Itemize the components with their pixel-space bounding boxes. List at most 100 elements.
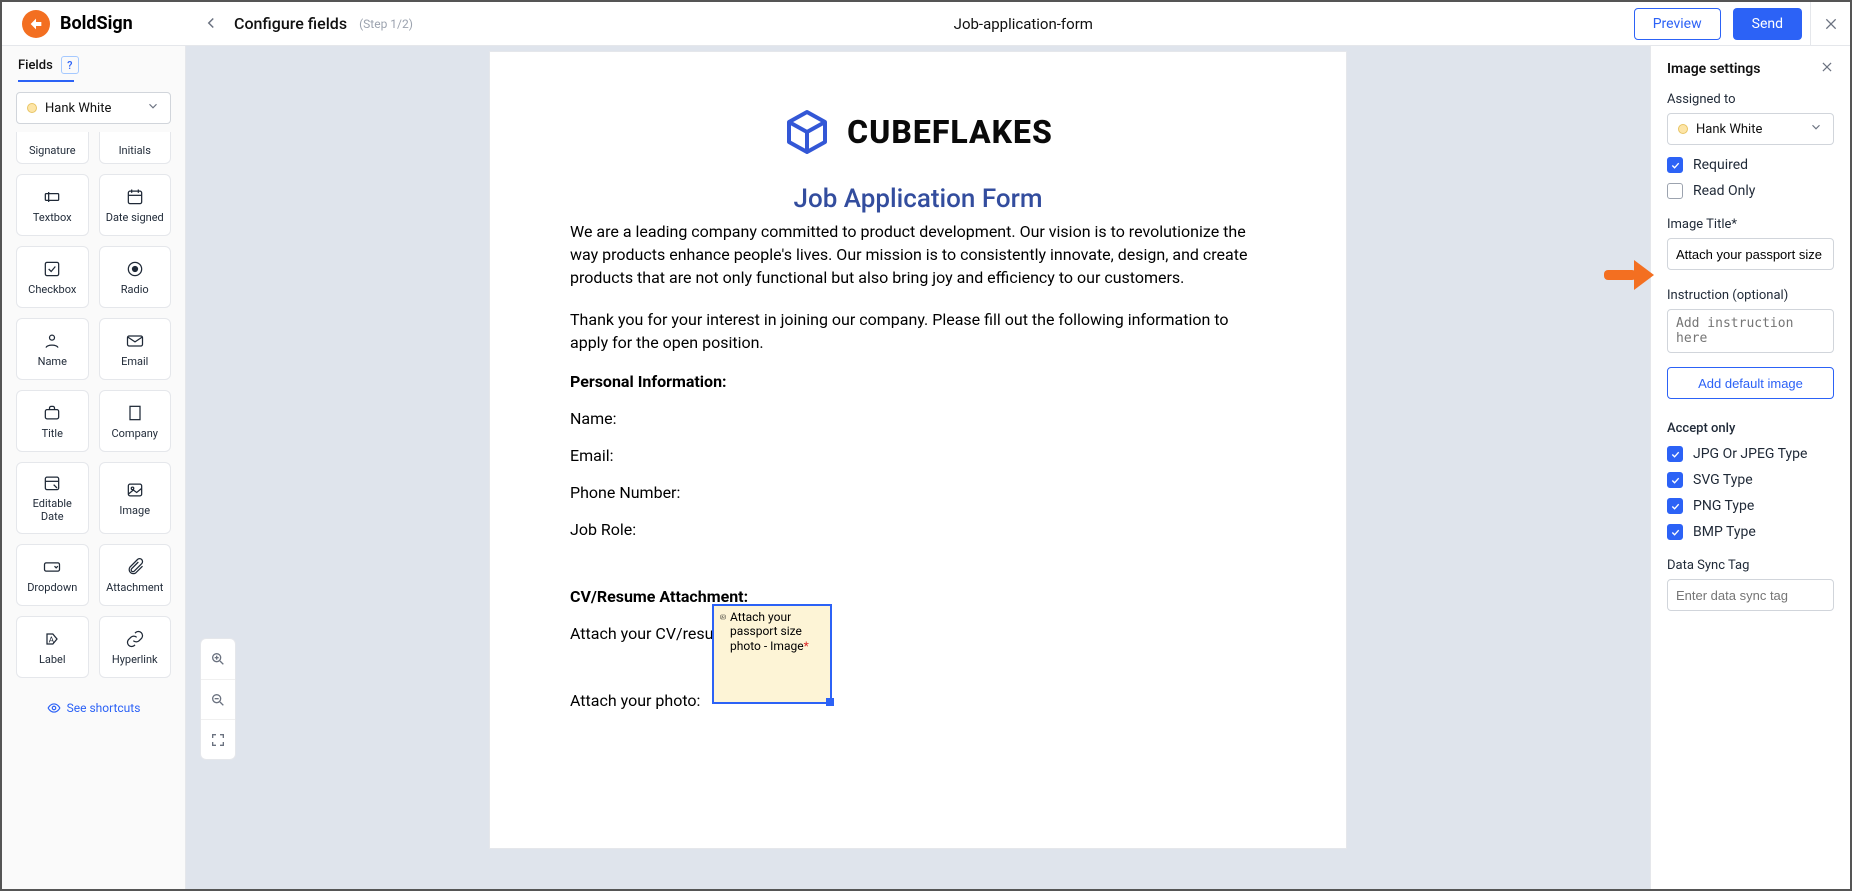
field-tile-hyperlink[interactable]: Hyperlink xyxy=(99,616,172,678)
field-tile-name[interactable]: Name xyxy=(16,318,89,380)
send-button[interactable]: Send xyxy=(1733,8,1802,40)
accept-jpg-label: JPG Or JPEG Type xyxy=(1693,446,1807,462)
image-icon xyxy=(125,480,145,500)
building-icon xyxy=(125,403,145,423)
data-sync-tag-input[interactable] xyxy=(1667,579,1834,611)
brand: BoldSign xyxy=(2,10,186,38)
field-tile-label: Attachment xyxy=(106,581,163,594)
field-tile-label: Initials xyxy=(119,144,151,157)
placeholder-text: Attach your passport size photo - Image xyxy=(730,610,804,653)
preview-button[interactable]: Preview xyxy=(1634,8,1721,40)
field-tile-title[interactable]: Title xyxy=(16,390,89,452)
field-tile-editable-date[interactable]: Editable Date xyxy=(16,462,89,534)
placeholder-required-star: * xyxy=(804,639,809,653)
doc-title: Job Application Form xyxy=(570,184,1266,214)
person-icon xyxy=(42,331,62,351)
top-bar: BoldSign Configure fields (Step 1/2) Job… xyxy=(2,2,1850,46)
instruction-textarea[interactable] xyxy=(1667,309,1834,353)
zoom-in-button[interactable] xyxy=(201,639,235,679)
help-icon[interactable]: ? xyxy=(61,56,79,74)
field-tile-label: Company xyxy=(111,427,158,440)
canvas-area[interactable]: CUBEFLAKES Job Application Form We are a… xyxy=(186,46,1650,889)
resize-handle[interactable] xyxy=(826,698,834,706)
field-tile-label: Editable Date xyxy=(21,497,84,523)
image-icon xyxy=(720,610,726,624)
doc-section-personal: Personal Information: xyxy=(570,372,1266,391)
field-tile-attachment[interactable]: Attachment xyxy=(99,544,172,606)
clip-icon xyxy=(125,557,145,577)
settings-title: Image settings xyxy=(1667,61,1760,77)
field-tile-initials[interactable]: Initials xyxy=(99,132,172,164)
accept-bmp-checkbox[interactable] xyxy=(1667,524,1683,540)
header-title-area: Configure fields (Step 1/2) xyxy=(186,14,413,34)
field-tile-label: Date signed xyxy=(106,211,164,224)
radio-icon xyxy=(125,259,145,279)
fields-tab-label: Fields xyxy=(18,58,53,73)
field-palette: Signature Initials Textbox Date signed C… xyxy=(2,132,185,889)
data-sync-tag-label: Data Sync Tag xyxy=(1667,558,1834,573)
field-tile-label[interactable]: A Label xyxy=(16,616,89,678)
assigned-signer-name: Hank White xyxy=(1696,122,1801,137)
field-tile-signature[interactable]: Signature xyxy=(16,132,89,164)
document-page[interactable]: CUBEFLAKES Job Application Form We are a… xyxy=(490,52,1346,848)
mail-icon xyxy=(125,331,145,351)
signer-dropdown[interactable]: Hank White xyxy=(16,92,171,124)
back-button[interactable] xyxy=(202,14,222,34)
zoom-toolbar xyxy=(200,638,236,760)
field-tile-dropdown[interactable]: Dropdown xyxy=(16,544,89,606)
field-tile-image[interactable]: Image xyxy=(99,462,172,534)
chevron-down-icon xyxy=(1809,120,1823,138)
textbox-icon xyxy=(42,187,62,207)
signer-name: Hank White xyxy=(45,101,138,116)
field-tile-checkbox[interactable]: Checkbox xyxy=(16,246,89,308)
fields-sidebar: Fields ? Hank White Signature Initials T… xyxy=(2,46,186,889)
readonly-checkbox[interactable] xyxy=(1667,183,1683,199)
field-tile-label: Radio xyxy=(121,283,149,296)
doc-brand-text: CUBEFLAKES xyxy=(847,113,1053,151)
date-edit-icon xyxy=(42,473,62,493)
field-tile-label: Signature xyxy=(29,144,76,157)
link-icon xyxy=(125,629,145,649)
field-tile-company[interactable]: Company xyxy=(99,390,172,452)
field-tile-email[interactable]: Email xyxy=(99,318,172,380)
required-checkbox[interactable] xyxy=(1667,157,1683,173)
document-name: Job-application-form xyxy=(413,15,1634,33)
image-title-input[interactable] xyxy=(1667,238,1834,270)
doc-paragraph-2: Thank you for your interest in joining o… xyxy=(570,308,1266,354)
fullscreen-button[interactable] xyxy=(201,719,235,759)
doc-label-email: Email: xyxy=(570,446,1266,465)
see-shortcuts-link[interactable]: See shortcuts xyxy=(47,701,141,715)
field-tile-textbox[interactable]: Textbox xyxy=(16,174,89,236)
field-tile-label: Textbox xyxy=(33,211,72,224)
field-tile-radio[interactable]: Radio xyxy=(99,246,172,308)
fields-tab[interactable]: Fields ? xyxy=(2,46,185,80)
required-label: Required xyxy=(1693,157,1748,173)
doc-section-cv: CV/Resume Attachment: xyxy=(570,587,1266,606)
accept-svg-checkbox[interactable] xyxy=(1667,472,1683,488)
zoom-out-button[interactable] xyxy=(201,679,235,719)
accept-jpg-checkbox[interactable] xyxy=(1667,446,1683,462)
field-tile-label: Checkbox xyxy=(28,283,76,296)
field-tile-label: Image xyxy=(119,504,150,517)
field-tile-label: Dropdown xyxy=(27,581,77,594)
image-field-placeholder[interactable]: Attach your passport size photo - Image* xyxy=(712,604,832,704)
doc-label-role: Job Role: xyxy=(570,520,1266,539)
field-tile-date-signed[interactable]: Date signed xyxy=(99,174,172,236)
signer-color-dot-icon xyxy=(27,103,37,113)
field-tile-label: Name xyxy=(38,355,67,368)
close-button[interactable] xyxy=(1810,2,1850,45)
settings-close-button[interactable] xyxy=(1820,60,1834,78)
chevron-down-icon xyxy=(146,99,160,117)
accept-only-label: Accept only xyxy=(1667,421,1834,436)
accept-png-checkbox[interactable] xyxy=(1667,498,1683,514)
dropdown-icon xyxy=(42,557,62,577)
doc-label-phone: Phone Number: xyxy=(570,483,1266,502)
checkbox-icon xyxy=(42,259,62,279)
doc-label-cv: Attach your CV/resumé: xyxy=(570,624,1266,643)
field-tile-label: Hyperlink xyxy=(112,653,158,666)
add-default-image-button[interactable]: Add default image xyxy=(1667,367,1834,399)
svg-text:A: A xyxy=(49,635,55,645)
field-tile-label: Title xyxy=(42,427,63,440)
assigned-signer-dropdown[interactable]: Hank White xyxy=(1667,113,1834,145)
image-settings-panel: Image settings Assigned to Hank White Re… xyxy=(1650,46,1850,889)
